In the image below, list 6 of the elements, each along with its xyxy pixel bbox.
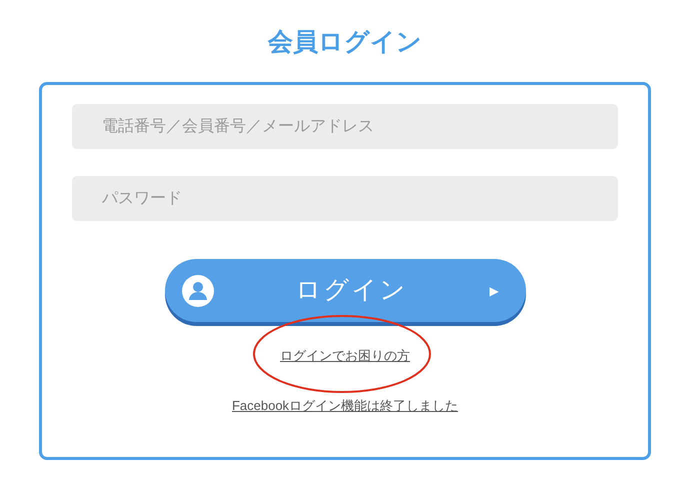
help-link[interactable]: ログインでお困りの方 [280,348,410,363]
page-title: 会員ログイン [268,27,422,58]
input-field[interactable]: パスワード [72,176,618,221]
input-field[interactable]: 電話番号／会員番号／メールアドレス [72,104,618,149]
user-icon [182,274,214,306]
help-link[interactable]: Facebookログイン機能は終了しました [232,398,458,413]
